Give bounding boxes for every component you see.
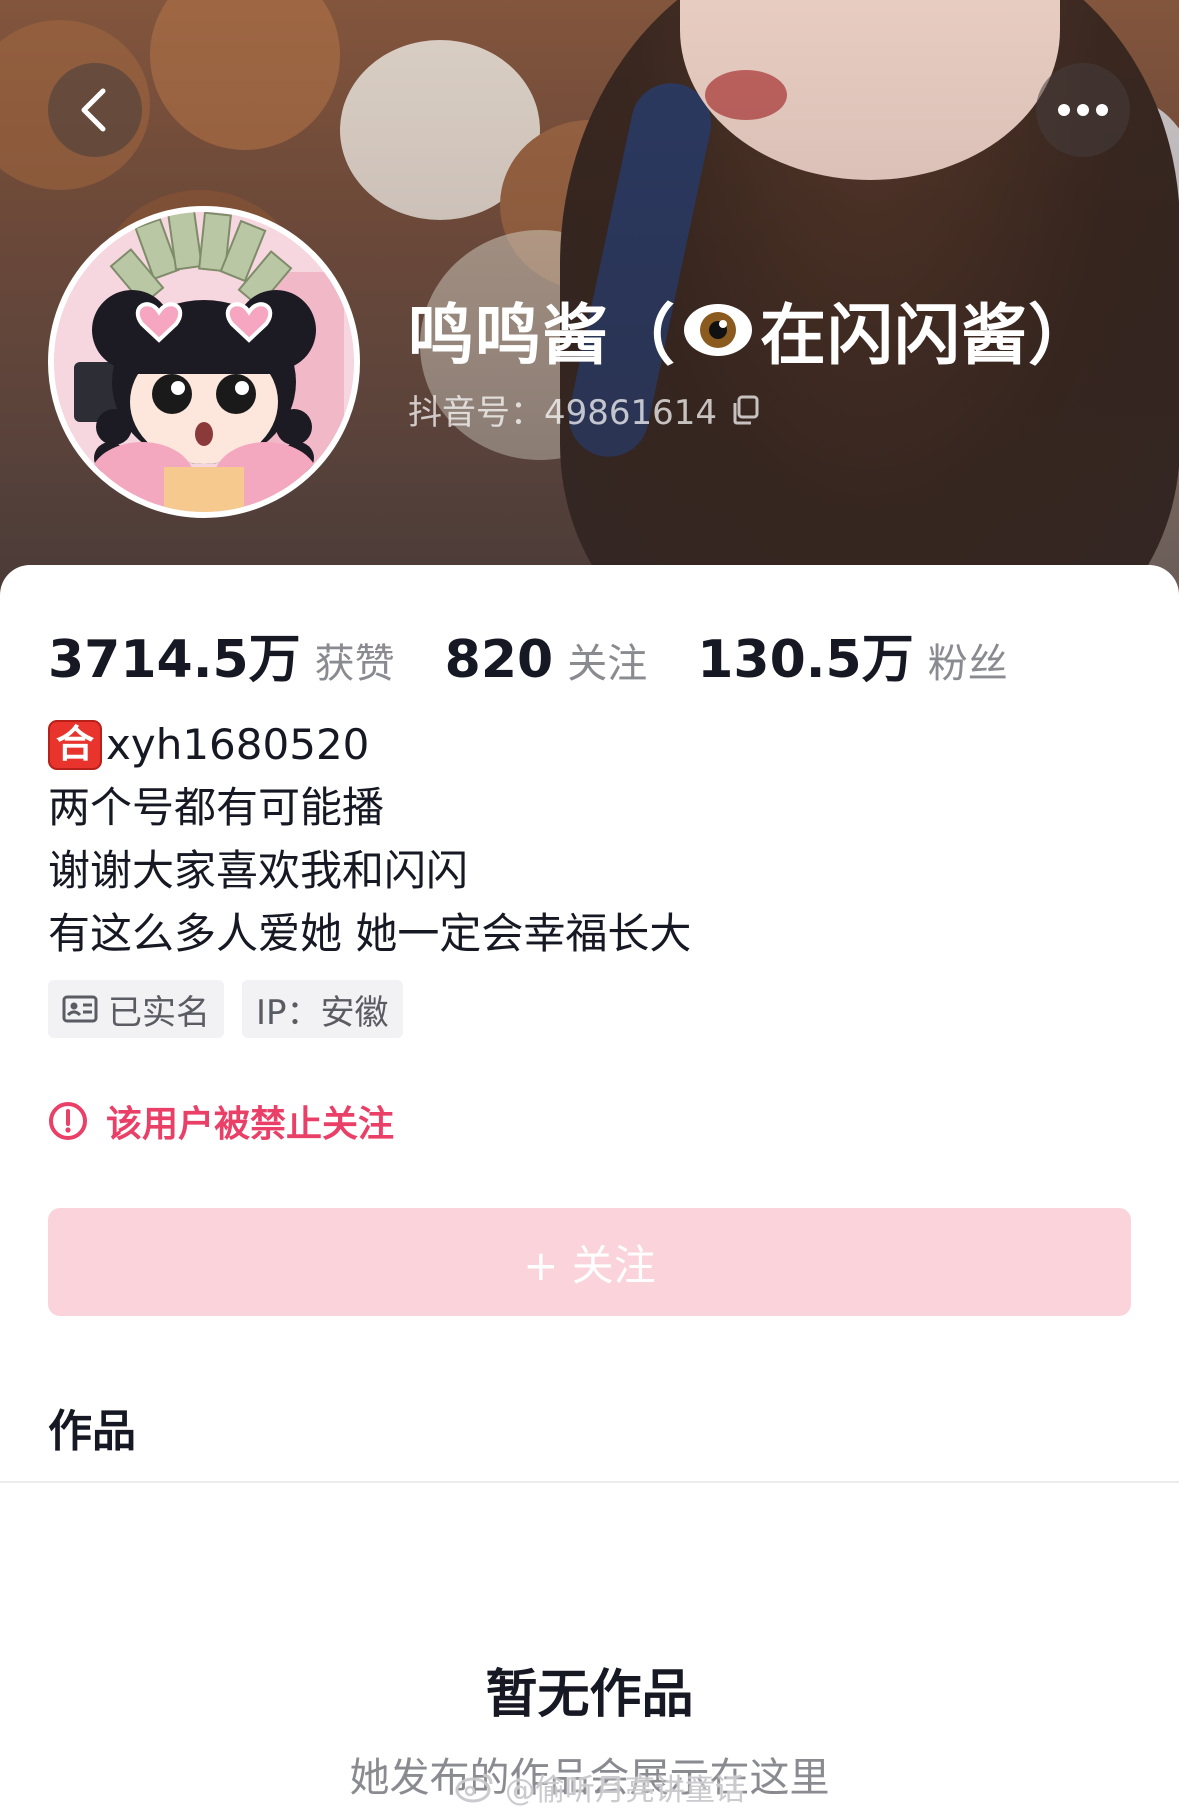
back-button[interactable] [48, 63, 142, 157]
stat-label: 关注 [567, 641, 648, 687]
verified-tag-label: 已实名 [108, 992, 210, 1033]
weibo-logo-icon [455, 1773, 493, 1803]
bio-line: 合 xyh1680520 [48, 713, 691, 776]
empty-state-title: 暂无作品 [485, 1665, 694, 1725]
bio-contact-text: xyh1680520 [106, 720, 370, 769]
cartoon-girl-avatar-illustration [54, 212, 354, 512]
weibo-watermark: @偷听月亮讲童话 [455, 1765, 745, 1809]
stat-value: 820 [444, 630, 554, 690]
follow-button-label: + 关注 [523, 1240, 656, 1290]
tab-works[interactable]: 作品 [48, 1395, 136, 1459]
chevron-left-icon [81, 88, 106, 132]
tab-divider [0, 1481, 1179, 1483]
nickname-prefix: 鸣鸣酱（ [408, 297, 676, 374]
stat-likes[interactable]: 3714.5万 获赞 [48, 617, 395, 692]
profile-nickname: 鸣鸣酱（ 在闪闪酱） [408, 290, 1095, 374]
stat-value: 130.5万 [697, 630, 914, 690]
cooperation-emoji-icon: 合 [48, 719, 102, 770]
profile-tags: 已实名 IP：安徽 [48, 980, 403, 1038]
profile-bio: 合 xyh1680520 两个号都有可能播 谢谢大家喜欢我和闪闪 有这么多人爱她… [48, 713, 691, 965]
stat-value: 3714.5万 [48, 630, 301, 690]
profile-panel: 3714.5万 获赞 820 关注 130.5万 粉丝 合 xyh1680520… [0, 565, 1179, 1815]
id-card-icon [62, 995, 98, 1023]
banned-follow-text: 该用户被禁止关注 [106, 1104, 395, 1145]
eye-emoji-icon [684, 304, 752, 356]
warning-circle-icon [49, 1102, 87, 1140]
copy-icon[interactable] [731, 395, 759, 425]
douyin-id-text: 抖音号：49861614 [408, 393, 718, 433]
stat-followers[interactable]: 130.5万 粉丝 [697, 617, 1007, 692]
ip-location-tag: IP：安徽 [242, 980, 403, 1038]
bio-line: 谢谢大家喜欢我和闪闪 [48, 846, 469, 895]
stat-following[interactable]: 820 关注 [445, 630, 648, 690]
more-dots-icon [1058, 104, 1108, 116]
stat-label: 获赞 [314, 641, 395, 687]
nickname-suffix: 在闪闪酱） [760, 297, 1095, 374]
more-options-button[interactable] [1036, 63, 1130, 157]
follow-button[interactable]: + 关注 [48, 1208, 1131, 1316]
stats-row: 3714.5万 获赞 820 关注 130.5万 粉丝 [48, 617, 1058, 692]
verified-tag[interactable]: 已实名 [48, 980, 224, 1038]
avatar[interactable] [48, 206, 360, 518]
ip-location-label: IP：安徽 [256, 992, 389, 1033]
banned-follow-notice: 该用户被禁止关注 [48, 1095, 394, 1147]
watermark-text: @偷听月亮讲童话 [505, 1773, 745, 1808]
douyin-id-row[interactable]: 抖音号：49861614 [408, 385, 759, 434]
bio-line: 有这么多人爱她 她一定会幸福长大 [48, 909, 692, 958]
bio-line: 两个号都有可能播 [48, 783, 385, 832]
stat-label: 粉丝 [927, 641, 1008, 687]
